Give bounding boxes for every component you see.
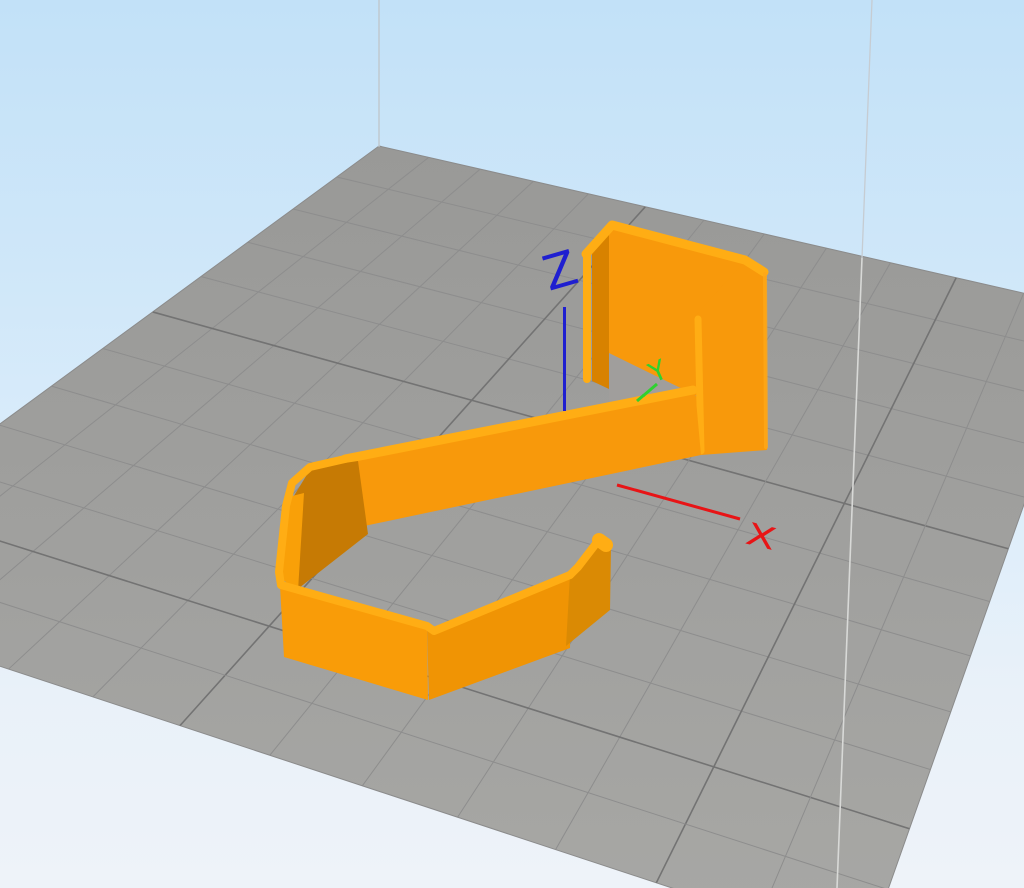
build-plate xyxy=(0,145,1024,888)
model-loop-tip-edge[interactable] xyxy=(592,533,613,552)
viewport-3d[interactable]: Z Y X xyxy=(0,0,1024,888)
model-u-left-inner-face[interactable] xyxy=(592,228,609,389)
guide-line-right-sky xyxy=(861,0,873,259)
build-plate-surface xyxy=(0,145,1024,888)
viewport-3d-canvas[interactable]: Z Y X xyxy=(0,0,1024,888)
model-u-right-outer-edge[interactable] xyxy=(763,272,768,449)
